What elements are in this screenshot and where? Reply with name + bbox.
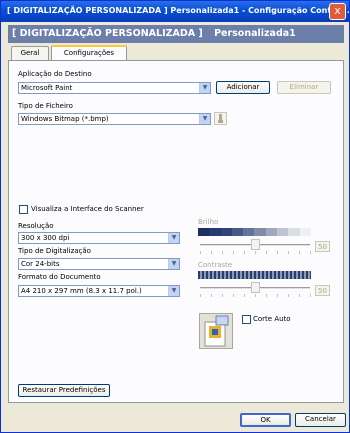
dialog-window: [ DIGITALIZAÇÃO PERSONALIZADA ] Personal…	[0, 0, 350, 433]
banner: [ DIGITALIZAÇÃO PERSONALIZADA ] Personal…	[8, 25, 344, 43]
document-size-label: Formato do Documento	[18, 273, 101, 281]
brightness-gradient	[198, 228, 311, 236]
window-title: [ DIGITALIZAÇÃO PERSONALIZADA ] Personal…	[1, 1, 349, 22]
contrast-value: 50	[315, 285, 330, 296]
chevron-down-icon: ▼	[168, 286, 179, 296]
remove-button: Eliminar	[277, 81, 331, 94]
chevron-down-icon: ▼	[199, 114, 210, 124]
auto-crop-checkbox[interactable]	[242, 315, 251, 324]
file-settings-icon	[214, 112, 227, 125]
destination-label: Aplicação do Destino	[18, 70, 92, 78]
banner-title: [ DIGITALIZAÇÃO PERSONALIZADA ]	[12, 28, 203, 39]
scan-type-label: Tipo de Digitalização	[18, 247, 91, 255]
auto-crop-label: Corte Auto	[253, 315, 291, 323]
chevron-down-icon: ▼	[168, 233, 179, 243]
tab-geral[interactable]: Geral	[11, 46, 49, 60]
scanner-interface-checkbox[interactable]	[19, 205, 28, 214]
brightness-ticks	[200, 251, 311, 254]
contrast-label: Contraste	[198, 261, 233, 269]
brightness-slider[interactable]	[250, 239, 260, 250]
contrast-ticks	[200, 294, 311, 297]
destination-select[interactable]: Microsoft Paint ▼	[18, 82, 211, 94]
brightness-value: 50	[315, 241, 330, 252]
ok-button[interactable]: OK	[240, 413, 291, 427]
file-type-value: Windows Bitmap (*.bmp)	[21, 115, 109, 123]
tab-configuracoes[interactable]: Configurações	[51, 45, 127, 60]
resolution-label: Resolução	[18, 222, 54, 230]
document-size-select[interactable]: A4 210 x 297 mm (8.3 x 11.7 pol.) ▼	[18, 285, 180, 297]
add-button[interactable]: Adicionar	[216, 81, 270, 94]
scan-type-select[interactable]: Cor 24-bits ▼	[18, 258, 180, 270]
file-type-label: Tipo de Ficheiro	[18, 102, 73, 110]
document-size-value: A4 210 x 297 mm (8.3 x 11.7 pol.)	[21, 287, 142, 295]
scan-type-value: Cor 24-bits	[21, 260, 60, 268]
scanner-interface-label: Visualiza a Interface do Scanner	[31, 205, 144, 213]
resolution-value: 300 x 300 dpi	[21, 234, 70, 242]
contrast-slider[interactable]	[250, 282, 260, 293]
destination-value: Microsoft Paint	[21, 84, 73, 92]
resolution-select[interactable]: 300 x 300 dpi ▼	[18, 232, 180, 244]
chevron-down-icon: ▼	[168, 259, 179, 269]
close-button[interactable]: x	[329, 3, 346, 20]
chevron-down-icon: ▼	[199, 83, 210, 93]
brightness-label: Brilho	[198, 218, 219, 226]
restore-defaults-button[interactable]: Restaurar Predefinições	[18, 384, 110, 397]
banner-subtitle: Personalizada1	[214, 28, 296, 39]
contrast-pattern	[198, 271, 311, 279]
document-preview-icon	[199, 313, 233, 349]
file-type-select[interactable]: Windows Bitmap (*.bmp) ▼	[18, 113, 211, 125]
cancel-button[interactable]: Cancelar	[295, 413, 346, 427]
